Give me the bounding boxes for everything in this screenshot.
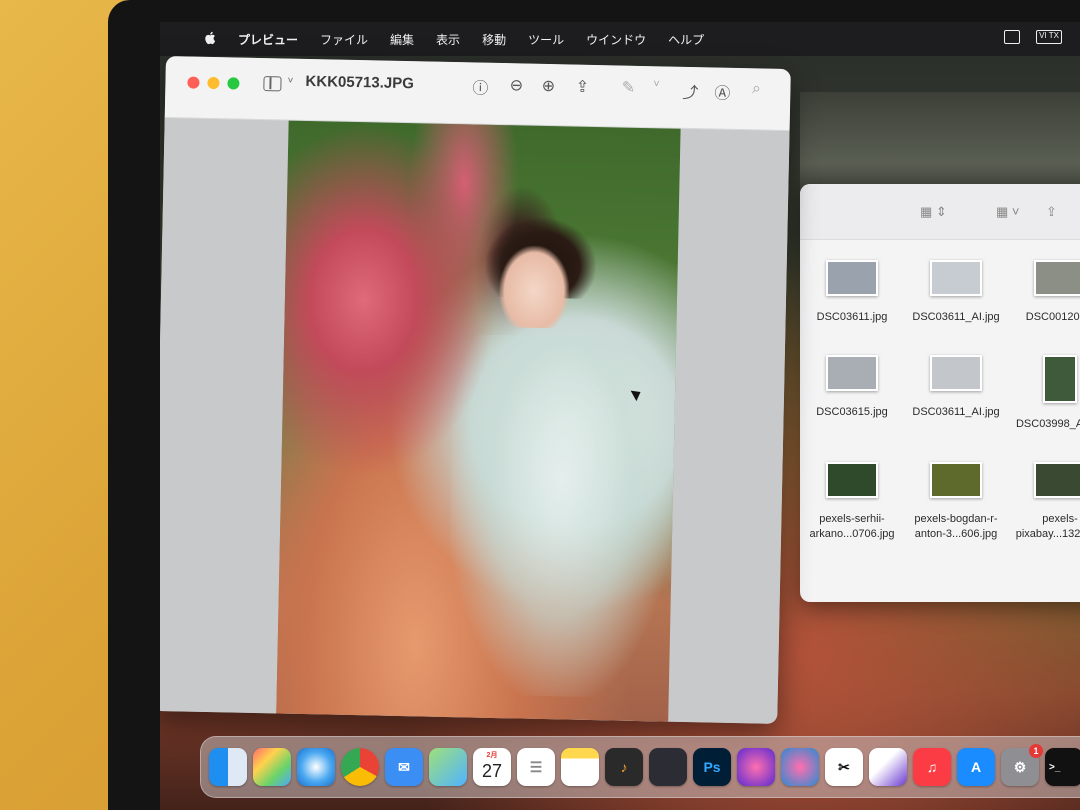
menu-tools[interactable]: ツール xyxy=(528,31,564,48)
launchpad-dock-icon[interactable] xyxy=(253,748,291,786)
display-icon[interactable] xyxy=(1004,30,1021,44)
app-icon[interactable] xyxy=(737,748,775,786)
file-name: DSC03611_AI.jpg xyxy=(912,406,1000,418)
file-thumbnail xyxy=(1034,260,1080,296)
calendar-month: 2月 xyxy=(486,752,498,759)
calendar-day: 27 xyxy=(481,760,503,781)
desktop: プレビュー ファイル 編集 表示 移動 ツール ウインドウ ヘルプ VI TX … xyxy=(160,22,1080,810)
file-name: DSC03998_AI.jpg xyxy=(1015,418,1080,430)
dock: ✉ 2月 27 ☰ ♪ Ps ✂ ♫ A ⚙ 1 >_ xyxy=(200,736,1080,798)
capcut-dock-icon[interactable]: ✂ xyxy=(825,748,863,786)
document-canvas xyxy=(160,117,790,724)
share-icon[interactable]: ⇪ xyxy=(571,76,593,96)
search-icon[interactable]: ⌕ xyxy=(745,80,767,98)
file-thumbnail xyxy=(826,355,878,391)
info-icon[interactable]: ⓘ xyxy=(469,74,491,98)
photo-dress xyxy=(446,334,675,699)
input-source-indicator[interactable]: VI TX xyxy=(1036,30,1062,44)
file-thumbnail xyxy=(930,260,982,296)
file-name: DSC03611.jpg xyxy=(816,311,888,323)
zoom-out-icon[interactable]: ⊖ xyxy=(505,75,527,95)
markup-pen-icon[interactable]: ✎ xyxy=(617,77,639,97)
final-cut-dock-icon[interactable] xyxy=(869,748,907,786)
menu-app-name[interactable]: プレビュー xyxy=(238,31,298,48)
chevron-down-icon[interactable]: ˅ xyxy=(645,78,667,90)
safari-dock-icon[interactable] xyxy=(297,748,335,786)
menu-bar: プレビュー ファイル 編集 表示 移動 ツール ウインドウ ヘルプ VI TX xyxy=(160,22,1080,56)
menu-help[interactable]: ヘルプ xyxy=(668,31,704,48)
group-icon[interactable]: ▦ ˅ xyxy=(996,204,1020,220)
grid-view-icon[interactable]: ▦ ⇕ xyxy=(920,204,947,220)
preview-window[interactable]: ˅ KKK05713.JPG ⓘ ⊖ ⊕ ⇪ ✎ ˅ ⤴ Ⓐ ⌕ xyxy=(160,56,791,724)
menu-window[interactable]: ウインドウ xyxy=(586,31,646,48)
file-name: DSC03611_AI.jpg xyxy=(912,311,1000,323)
file-item[interactable]: DSC03615.jpg xyxy=(800,355,904,432)
file-item[interactable]: DSC03998_AI.jpg xyxy=(1008,355,1080,432)
menu-edit[interactable]: 編集 xyxy=(390,31,414,48)
file-grid: DSC03611.jpg DSC03611_AI.jpg DSC00120.ps… xyxy=(800,260,1080,542)
finder-window[interactable]: ▦ ⇕ ▦ ˅ ⇪ DSC03611.jpg DSC03611_AI.jpg D… xyxy=(800,184,1080,602)
davinci-dock-icon[interactable] xyxy=(649,748,687,786)
portrait-photo[interactable] xyxy=(276,120,681,722)
file-name: pexels-serhii-arkano...0706.jpg xyxy=(809,513,895,540)
reminders-dock-icon[interactable]: ☰ xyxy=(517,748,555,786)
zoom-button[interactable] xyxy=(227,77,240,90)
file-thumbnail xyxy=(826,462,878,498)
rotate-icon[interactable]: ⤴ xyxy=(679,79,701,103)
file-item[interactable]: pexels-serhii-arkano...0706.jpg xyxy=(800,462,904,542)
file-item[interactable]: DSC03611.jpg xyxy=(800,260,904,325)
chevron-down-icon[interactable]: ˅ xyxy=(287,76,293,87)
app-store-dock-icon[interactable]: A xyxy=(957,748,995,786)
file-name: DSC03615.jpg xyxy=(816,406,888,418)
file-item[interactable]: DSC03611_AI.jpg xyxy=(904,355,1008,432)
apple-icon[interactable] xyxy=(204,31,216,45)
photoshop-dock-icon[interactable]: Ps xyxy=(693,748,731,786)
file-item[interactable]: pexels-bogdan-r-anton-3...606.jpg xyxy=(904,462,1008,542)
file-thumbnail xyxy=(1043,355,1077,403)
file-thumbnail xyxy=(826,260,878,296)
mail-dock-icon[interactable]: ✉ xyxy=(385,748,423,786)
file-name: pexels-pixabay...1321.jpg xyxy=(1015,513,1080,540)
terminal-dock-icon[interactable]: >_ xyxy=(1045,748,1080,786)
document-title: KKK05713.JPG xyxy=(305,72,415,93)
share-icon[interactable]: ⇪ xyxy=(1046,204,1057,220)
system-settings-dock-icon[interactable]: ⚙ 1 xyxy=(1001,744,1043,786)
music-dock-icon[interactable]: ♫ xyxy=(913,748,951,786)
file-name: pexels-bogdan-r-anton-3...606.jpg xyxy=(914,513,998,540)
calendar-dock-icon[interactable]: 2月 27 xyxy=(473,748,511,786)
annotate-icon[interactable]: Ⓐ xyxy=(711,79,733,103)
window-controls xyxy=(187,76,240,90)
file-thumbnail xyxy=(1034,462,1080,498)
status-area: VI TX xyxy=(1004,30,1062,44)
minimize-button[interactable] xyxy=(207,76,220,90)
chrome-dock-icon[interactable] xyxy=(341,748,379,786)
menu-items: プレビュー ファイル 編集 表示 移動 ツール ウインドウ ヘルプ xyxy=(238,31,704,48)
file-thumbnail xyxy=(930,355,982,391)
file-item[interactable]: DSC03611_AI.jpg xyxy=(904,260,1008,325)
file-item[interactable]: pexels-pixabay...1321.jpg xyxy=(1008,462,1080,542)
finder-dock-icon[interactable] xyxy=(209,748,247,786)
close-button[interactable] xyxy=(187,76,200,89)
menu-file[interactable]: ファイル xyxy=(320,31,368,48)
finder-toolbar: ▦ ⇕ ▦ ˅ ⇪ xyxy=(800,184,1080,240)
garageband-dock-icon[interactable]: ♪ xyxy=(605,748,643,786)
menu-view[interactable]: 表示 xyxy=(436,31,460,48)
photo-face xyxy=(498,245,571,329)
maps-dock-icon[interactable] xyxy=(429,748,467,786)
menu-go[interactable]: 移動 xyxy=(482,31,506,48)
file-item[interactable]: DSC00120.ps xyxy=(1008,260,1080,325)
sidebar-toggle-icon[interactable] xyxy=(263,76,282,92)
notes-dock-icon[interactable] xyxy=(561,748,599,786)
file-thumbnail xyxy=(930,462,982,498)
app-icon[interactable] xyxy=(781,748,819,786)
notification-badge: 1 xyxy=(1029,744,1043,758)
zoom-in-icon[interactable]: ⊕ xyxy=(537,76,559,96)
file-name: DSC00120.ps xyxy=(1025,311,1080,323)
